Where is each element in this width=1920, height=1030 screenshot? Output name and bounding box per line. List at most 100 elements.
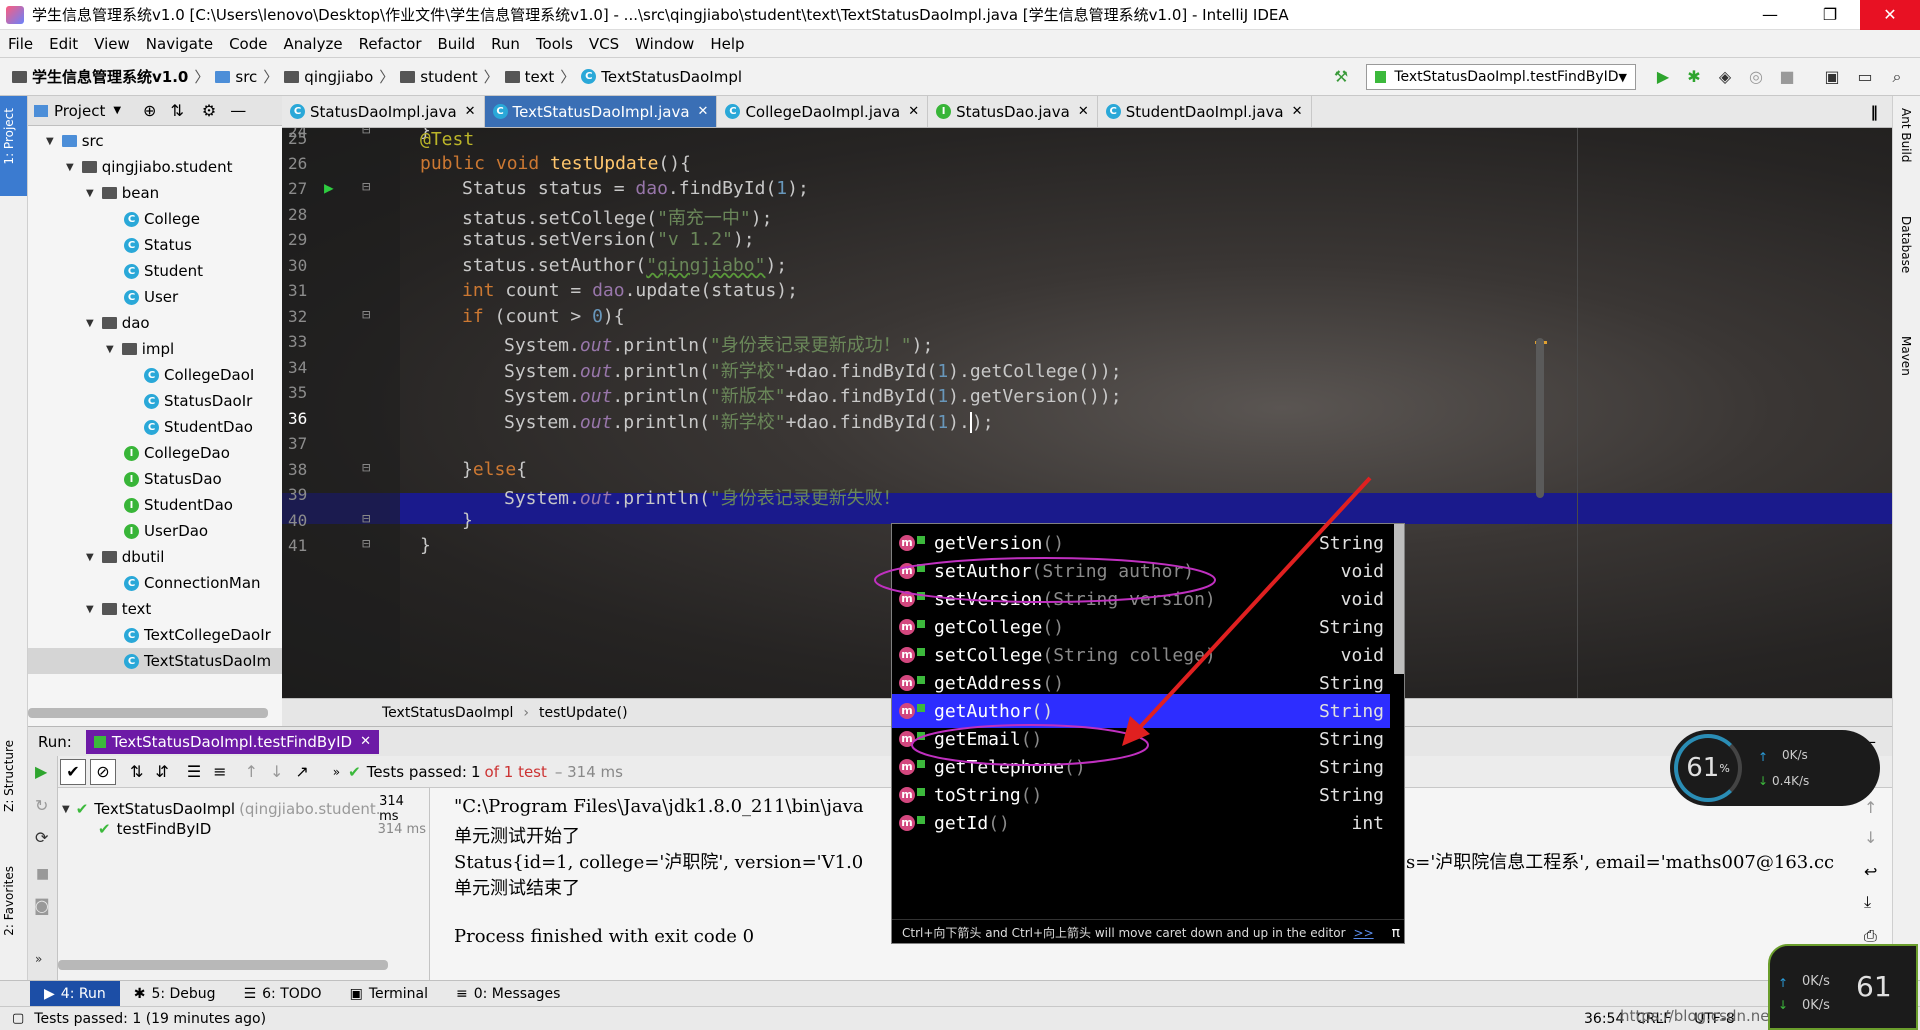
popup-scrollbar[interactable] <box>1394 524 1404 674</box>
close-icon[interactable]: ✕ <box>1078 104 1089 119</box>
code-completion-popup[interactable]: m getVersion() String m setAuthor (String au… <box>891 523 1405 944</box>
tree-node-interface[interactable]: I StudentDao <box>124 492 233 518</box>
tree-node-package[interactable]: ▼ qingjiabo.student <box>66 154 233 180</box>
editor-crumb-method[interactable]: testUpdate() <box>539 705 628 721</box>
export-icon[interactable]: ↗ <box>295 762 308 781</box>
collapse-all-icon[interactable]: ≡ <box>213 762 226 781</box>
ant-build-tool-tab[interactable]: Ant Build <box>1899 108 1913 162</box>
sort-duration-icon[interactable]: ⇵ <box>155 762 168 781</box>
breadcrumb-class[interactable]: C TextStatusDaoImpl <box>581 68 742 86</box>
favorites-tool-tab[interactable]: 2: Favorites <box>2 866 16 936</box>
caret-position[interactable]: 36:54 <box>1584 1011 1624 1027</box>
gear-icon[interactable]: ⚙ <box>202 101 216 120</box>
previous-icon[interactable]: ↑ <box>245 762 258 781</box>
layout-icon[interactable]: ▭ <box>1856 68 1874 86</box>
tab-textstatusdaoimpl[interactable]: C TextStatusDaoImpl.java ✕ <box>484 96 718 127</box>
menu-tools[interactable]: Tools <box>528 35 581 53</box>
tree-node-class[interactable]: C Status <box>124 232 192 258</box>
menu-refactor[interactable]: Refactor <box>351 35 430 53</box>
tree-node-interface[interactable]: I StatusDao <box>124 466 222 492</box>
project-structure-icon[interactable]: ▣ <box>1823 68 1841 86</box>
breadcrumb-qingjiabo[interactable]: qingjiabo 〉 <box>284 66 394 87</box>
stop-icon[interactable]: ■ <box>1778 68 1796 86</box>
tool-tab-messages[interactable]: ≡ 0: Messages <box>442 981 574 1007</box>
search-icon[interactable]: ⌕ <box>1888 68 1906 86</box>
test-case-row[interactable]: ✔ testFindByID 314 ms <box>98 820 426 838</box>
tool-tab-todo[interactable]: ☰ 6: TODO <box>230 981 336 1007</box>
tree-node-class[interactable]: C TextCollegeDaoIr <box>124 622 271 648</box>
camera-icon[interactable]: ◙ <box>34 896 50 915</box>
profile-icon[interactable]: ◎ <box>1747 68 1765 86</box>
vertical-scrollbar[interactable] <box>1536 338 1544 498</box>
database-tool-tab[interactable]: Database <box>1899 216 1913 273</box>
minimize-button[interactable]: — <box>1740 0 1800 30</box>
menu-help[interactable]: Help <box>702 35 752 53</box>
menu-vcs[interactable]: VCS <box>581 35 627 53</box>
rerun-failed-icon[interactable]: ↻ <box>35 796 48 815</box>
hide-icon[interactable]: — <box>230 101 246 120</box>
close-icon[interactable]: ✕ <box>360 734 371 749</box>
run-configuration-select[interactable]: TextStatusDaoImpl.testFindByID ▼ <box>1366 64 1636 90</box>
menu-build[interactable]: Build <box>430 35 484 53</box>
menu-window[interactable]: Window <box>627 35 702 53</box>
soft-wrap-icon[interactable]: ↩ <box>1864 862 1877 881</box>
show-passed-toggle[interactable]: ✔ <box>60 758 86 785</box>
completion-hint-more-link[interactable]: >> <box>1354 926 1374 940</box>
menu-view[interactable]: View <box>86 35 138 53</box>
breadcrumb-src[interactable]: src 〉 <box>215 66 278 87</box>
maven-tool-tab[interactable]: Maven <box>1899 336 1913 376</box>
chevron-down-icon[interactable]: ▼ <box>113 105 121 116</box>
tree-node-class[interactable]: C College <box>124 206 200 232</box>
tab-collegedaoimpl[interactable]: C CollegeDaoImpl.java ✕ <box>717 96 929 127</box>
build-hammer-icon[interactable]: ⚒ <box>1332 68 1350 86</box>
tree-node-interface[interactable]: I UserDao <box>124 518 208 544</box>
scroll-to-end-icon[interactable]: ⤓ <box>1864 892 1871 912</box>
tree-node-package[interactable]: ▼ dbutil <box>86 544 164 570</box>
run-test-gutter-icon[interactable]: ▶ <box>324 178 334 197</box>
tree-node-class[interactable]: C ConnectionMan <box>124 570 261 596</box>
tree-node-interface[interactable]: I CollegeDao <box>124 440 230 466</box>
breadcrumb-text[interactable]: text 〉 <box>504 66 575 87</box>
project-tool-tab[interactable]: 1: Project <box>2 108 16 165</box>
tab-studentdaoimpl[interactable]: C StudentDaoImpl.java ✕ <box>1098 96 1312 127</box>
editor-crumb-class[interactable]: TextStatusDaoImpl <box>382 705 513 721</box>
completion-pi-button[interactable]: π <box>1392 925 1400 941</box>
fold-icon[interactable]: ⊟ <box>362 128 370 138</box>
tree-node-class-selected[interactable]: C TextStatusDaoIm <box>28 648 282 674</box>
coverage-icon[interactable]: ◈ <box>1716 68 1734 86</box>
toggle-auto-test-icon[interactable]: ⟳ <box>35 828 48 847</box>
close-icon[interactable]: ✕ <box>465 104 476 119</box>
tree-node-src[interactable]: ▼ src <box>46 128 104 154</box>
fold-icon[interactable]: ⊟ <box>362 536 370 552</box>
more-icon[interactable]: » <box>35 952 42 966</box>
tool-tab-debug[interactable]: ✱ 5: Debug <box>120 981 230 1007</box>
breadcrumb-project[interactable]: 学生信息管理系统v1.0 〉 <box>12 66 209 87</box>
locate-icon[interactable]: ⊕ <box>143 101 156 120</box>
menu-navigate[interactable]: Navigate <box>138 35 221 53</box>
tree-node-class[interactable]: C CollegeDaoI <box>144 362 254 388</box>
structure-tool-tab[interactable]: Z: Structure <box>2 740 16 812</box>
fold-icon[interactable]: ⊟ <box>362 307 370 323</box>
stop-icon[interactable]: ■ <box>36 866 49 882</box>
fold-icon[interactable]: ⊟ <box>362 179 370 195</box>
close-button[interactable]: ✕ <box>1860 0 1920 30</box>
tab-statusdaoimpl[interactable]: C StatusDaoImpl.java ✕ <box>282 96 485 127</box>
tool-tab-run[interactable]: ▶ 4: Run <box>30 980 120 1007</box>
tree-node-class[interactable]: C StatusDaoIr <box>144 388 252 414</box>
tree-node-class[interactable]: C User <box>124 284 178 310</box>
fold-icon[interactable]: ⊟ <box>362 511 370 527</box>
close-icon[interactable]: ✕ <box>908 104 919 119</box>
menu-code[interactable]: Code <box>221 35 275 53</box>
run-tab[interactable]: TextStatusDaoImpl.testFindByID ✕ <box>85 729 379 754</box>
breadcrumb-student[interactable]: student 〉 <box>400 66 499 87</box>
scroll-up-icon[interactable]: ↑ <box>1864 798 1877 817</box>
close-icon[interactable]: ✕ <box>1292 104 1303 119</box>
split-editor-icon[interactable]: ‖ <box>1871 96 1879 127</box>
restore-button[interactable]: ❐ <box>1800 0 1860 30</box>
next-icon[interactable]: ↓ <box>270 762 283 781</box>
sort-alpha-icon[interactable]: ⇅ <box>130 762 143 781</box>
tree-node-class[interactable]: C StudentDao <box>144 414 253 440</box>
tree-node-class[interactable]: C Student <box>124 258 203 284</box>
menu-run[interactable]: Run <box>483 35 528 53</box>
tab-statusdao[interactable]: I StatusDao.java ✕ <box>928 96 1098 127</box>
